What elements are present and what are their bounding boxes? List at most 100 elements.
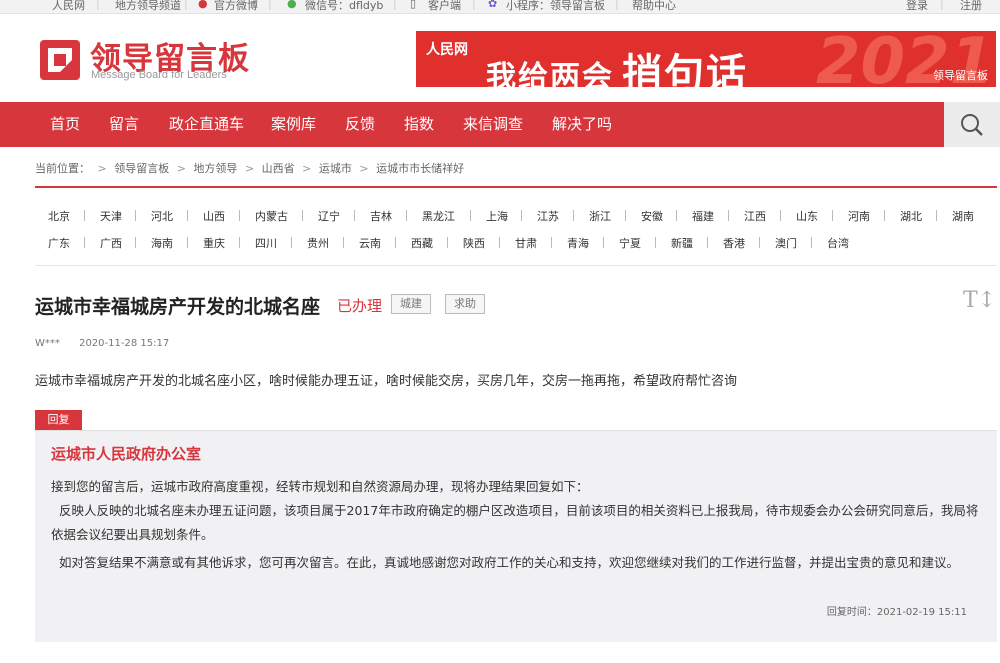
nav-cases[interactable]: 案例库: [271, 102, 316, 147]
province-link[interactable]: 台湾: [827, 235, 849, 251]
province-link[interactable]: 湖北: [900, 208, 922, 224]
reply-time: 回复时间：2021-02-19 15:11: [827, 603, 967, 618]
province-separator: [84, 210, 85, 221]
province-link[interactable]: 宁夏: [619, 235, 641, 251]
promo-banner[interactable]: 2021 人民网 我给两会 捎句话 领导留言板: [416, 31, 996, 87]
province-link[interactable]: 浙江: [589, 208, 611, 224]
province-link[interactable]: 山西: [203, 208, 225, 224]
province-link[interactable]: 西藏: [411, 235, 433, 251]
topbar-link-app[interactable]: 客户端: [428, 0, 461, 13]
breadcrumb-item[interactable]: 地方领导: [193, 162, 237, 175]
logo-icon[interactable]: [38, 38, 82, 82]
province-link[interactable]: 黑龙江: [422, 208, 455, 224]
province-link[interactable]: 青海: [567, 235, 589, 251]
province-separator: [354, 210, 355, 221]
topbar-link-people[interactable]: 人民网: [52, 0, 85, 13]
province-link[interactable]: 海南: [151, 235, 173, 251]
nav-feedback[interactable]: 反馈: [345, 102, 375, 147]
breadcrumb-sep: >: [97, 162, 107, 175]
province-separator: [884, 210, 885, 221]
breadcrumb-item[interactable]: 山西省: [262, 162, 295, 175]
breadcrumb-item[interactable]: 运城市市长储祥好: [376, 162, 464, 175]
nav-enterprise[interactable]: 政企直通车: [169, 102, 244, 147]
province-link[interactable]: 山东: [796, 208, 818, 224]
province-separator: [406, 210, 407, 221]
province-separator: [84, 237, 85, 248]
province-link[interactable]: 广东: [48, 235, 70, 251]
reply-time-label: 回复时间：: [826, 607, 877, 618]
province-separator: [499, 237, 500, 248]
province-link[interactable]: 甘肃: [515, 235, 537, 251]
province-link[interactable]: 北京: [48, 208, 70, 224]
province-link[interactable]: 吉林: [370, 208, 392, 224]
topbar-link-weibo[interactable]: 官方微博: [214, 0, 258, 13]
breadcrumb-item[interactable]: 运城市: [319, 162, 352, 175]
divider: |: [96, 0, 100, 10]
province-link[interactable]: 贵州: [307, 235, 329, 251]
topbar-link-channel[interactable]: 地方领导频道: [115, 0, 181, 13]
login-link[interactable]: 登录: [906, 0, 928, 13]
search-button[interactable]: [944, 102, 1000, 147]
font-size-icon[interactable]: T↕: [963, 288, 996, 313]
province-link[interactable]: 云南: [359, 235, 381, 251]
nav-survey[interactable]: 来信调查: [463, 102, 523, 147]
nav-message[interactable]: 留言: [109, 102, 139, 147]
province-link[interactable]: 安徽: [641, 208, 663, 224]
wechat-icon: ●: [287, 0, 297, 10]
province-link[interactable]: 新疆: [671, 235, 693, 251]
province-link[interactable]: 重庆: [203, 235, 225, 251]
province-link[interactable]: 四川: [255, 235, 277, 251]
tag-type[interactable]: 求助: [445, 294, 485, 314]
province-link[interactable]: 辽宁: [318, 208, 340, 224]
divider: |: [940, 0, 944, 10]
province-separator: [780, 210, 781, 221]
reply-label: 回复: [35, 410, 82, 430]
province-separator: [936, 210, 937, 221]
province-separator: [187, 237, 188, 248]
divider: |: [472, 0, 476, 10]
nav-home[interactable]: 首页: [50, 102, 80, 147]
tag-category[interactable]: 城建: [391, 294, 431, 314]
province-link[interactable]: 福建: [692, 208, 714, 224]
reply-paragraph-1: 接到您的留言后，运城市政府高度重视，经转市规划和自然资源局办理，现将办理结果回复…: [51, 479, 589, 494]
province-link[interactable]: 河南: [848, 208, 870, 224]
phone-icon: ▯: [410, 0, 417, 10]
register-link[interactable]: 注册: [960, 0, 982, 13]
weibo-icon: ●: [198, 0, 208, 10]
red-divider: [35, 186, 997, 188]
province-link[interactable]: 澳门: [775, 235, 797, 251]
province-separator: [603, 237, 604, 248]
topbar-link-wechat[interactable]: 微信号：dfldyb: [305, 0, 383, 13]
message-author: W***: [35, 338, 60, 349]
reply-time-value: 2021-02-19 15:11: [876, 607, 967, 618]
province-separator: [135, 210, 136, 221]
reply-paragraph-3: 如对答复结果不满意或有其他诉求，您可再次留言。在此，真诚地感谢您对政府工作的关心…: [59, 555, 960, 570]
topbar-link-help[interactable]: 帮助中心: [632, 0, 676, 13]
province-link[interactable]: 河北: [151, 208, 173, 224]
nav-index[interactable]: 指数: [404, 102, 434, 147]
province-link[interactable]: 江西: [744, 208, 766, 224]
province-separator: [625, 210, 626, 221]
province-link[interactable]: 上海: [486, 208, 508, 224]
province-link[interactable]: 天津: [100, 208, 122, 224]
breadcrumb-item[interactable]: 领导留言板: [114, 162, 169, 175]
province-separator: [470, 210, 471, 221]
province-separator: [521, 210, 522, 221]
message-meta: W*** 2020-11-28 15:17: [35, 338, 169, 349]
breadcrumb-sep: >: [244, 162, 255, 175]
province-link[interactable]: 香港: [723, 235, 745, 251]
banner-line1: 我给两会: [486, 60, 614, 87]
province-link[interactable]: 湖南: [952, 208, 974, 224]
message-content: 运城市幸福城房产开发的北城名座小区，啥时候能办理五证，啥时候能交房，买房几年，交…: [35, 374, 738, 389]
province-link[interactable]: 内蒙古: [255, 208, 288, 224]
banner-headline: 我给两会 捎句话: [486, 41, 748, 87]
nav-solved[interactable]: 解决了吗: [552, 102, 612, 147]
province-separator: [302, 210, 303, 221]
province-link[interactable]: 江苏: [537, 208, 559, 224]
topbar-link-miniprogram[interactable]: 小程序：领导留言板: [506, 0, 605, 13]
province-link[interactable]: 陕西: [463, 235, 485, 251]
province-separator: [395, 237, 396, 248]
province-separator: [759, 237, 760, 248]
province-separator: [187, 210, 188, 221]
province-link[interactable]: 广西: [100, 235, 122, 251]
